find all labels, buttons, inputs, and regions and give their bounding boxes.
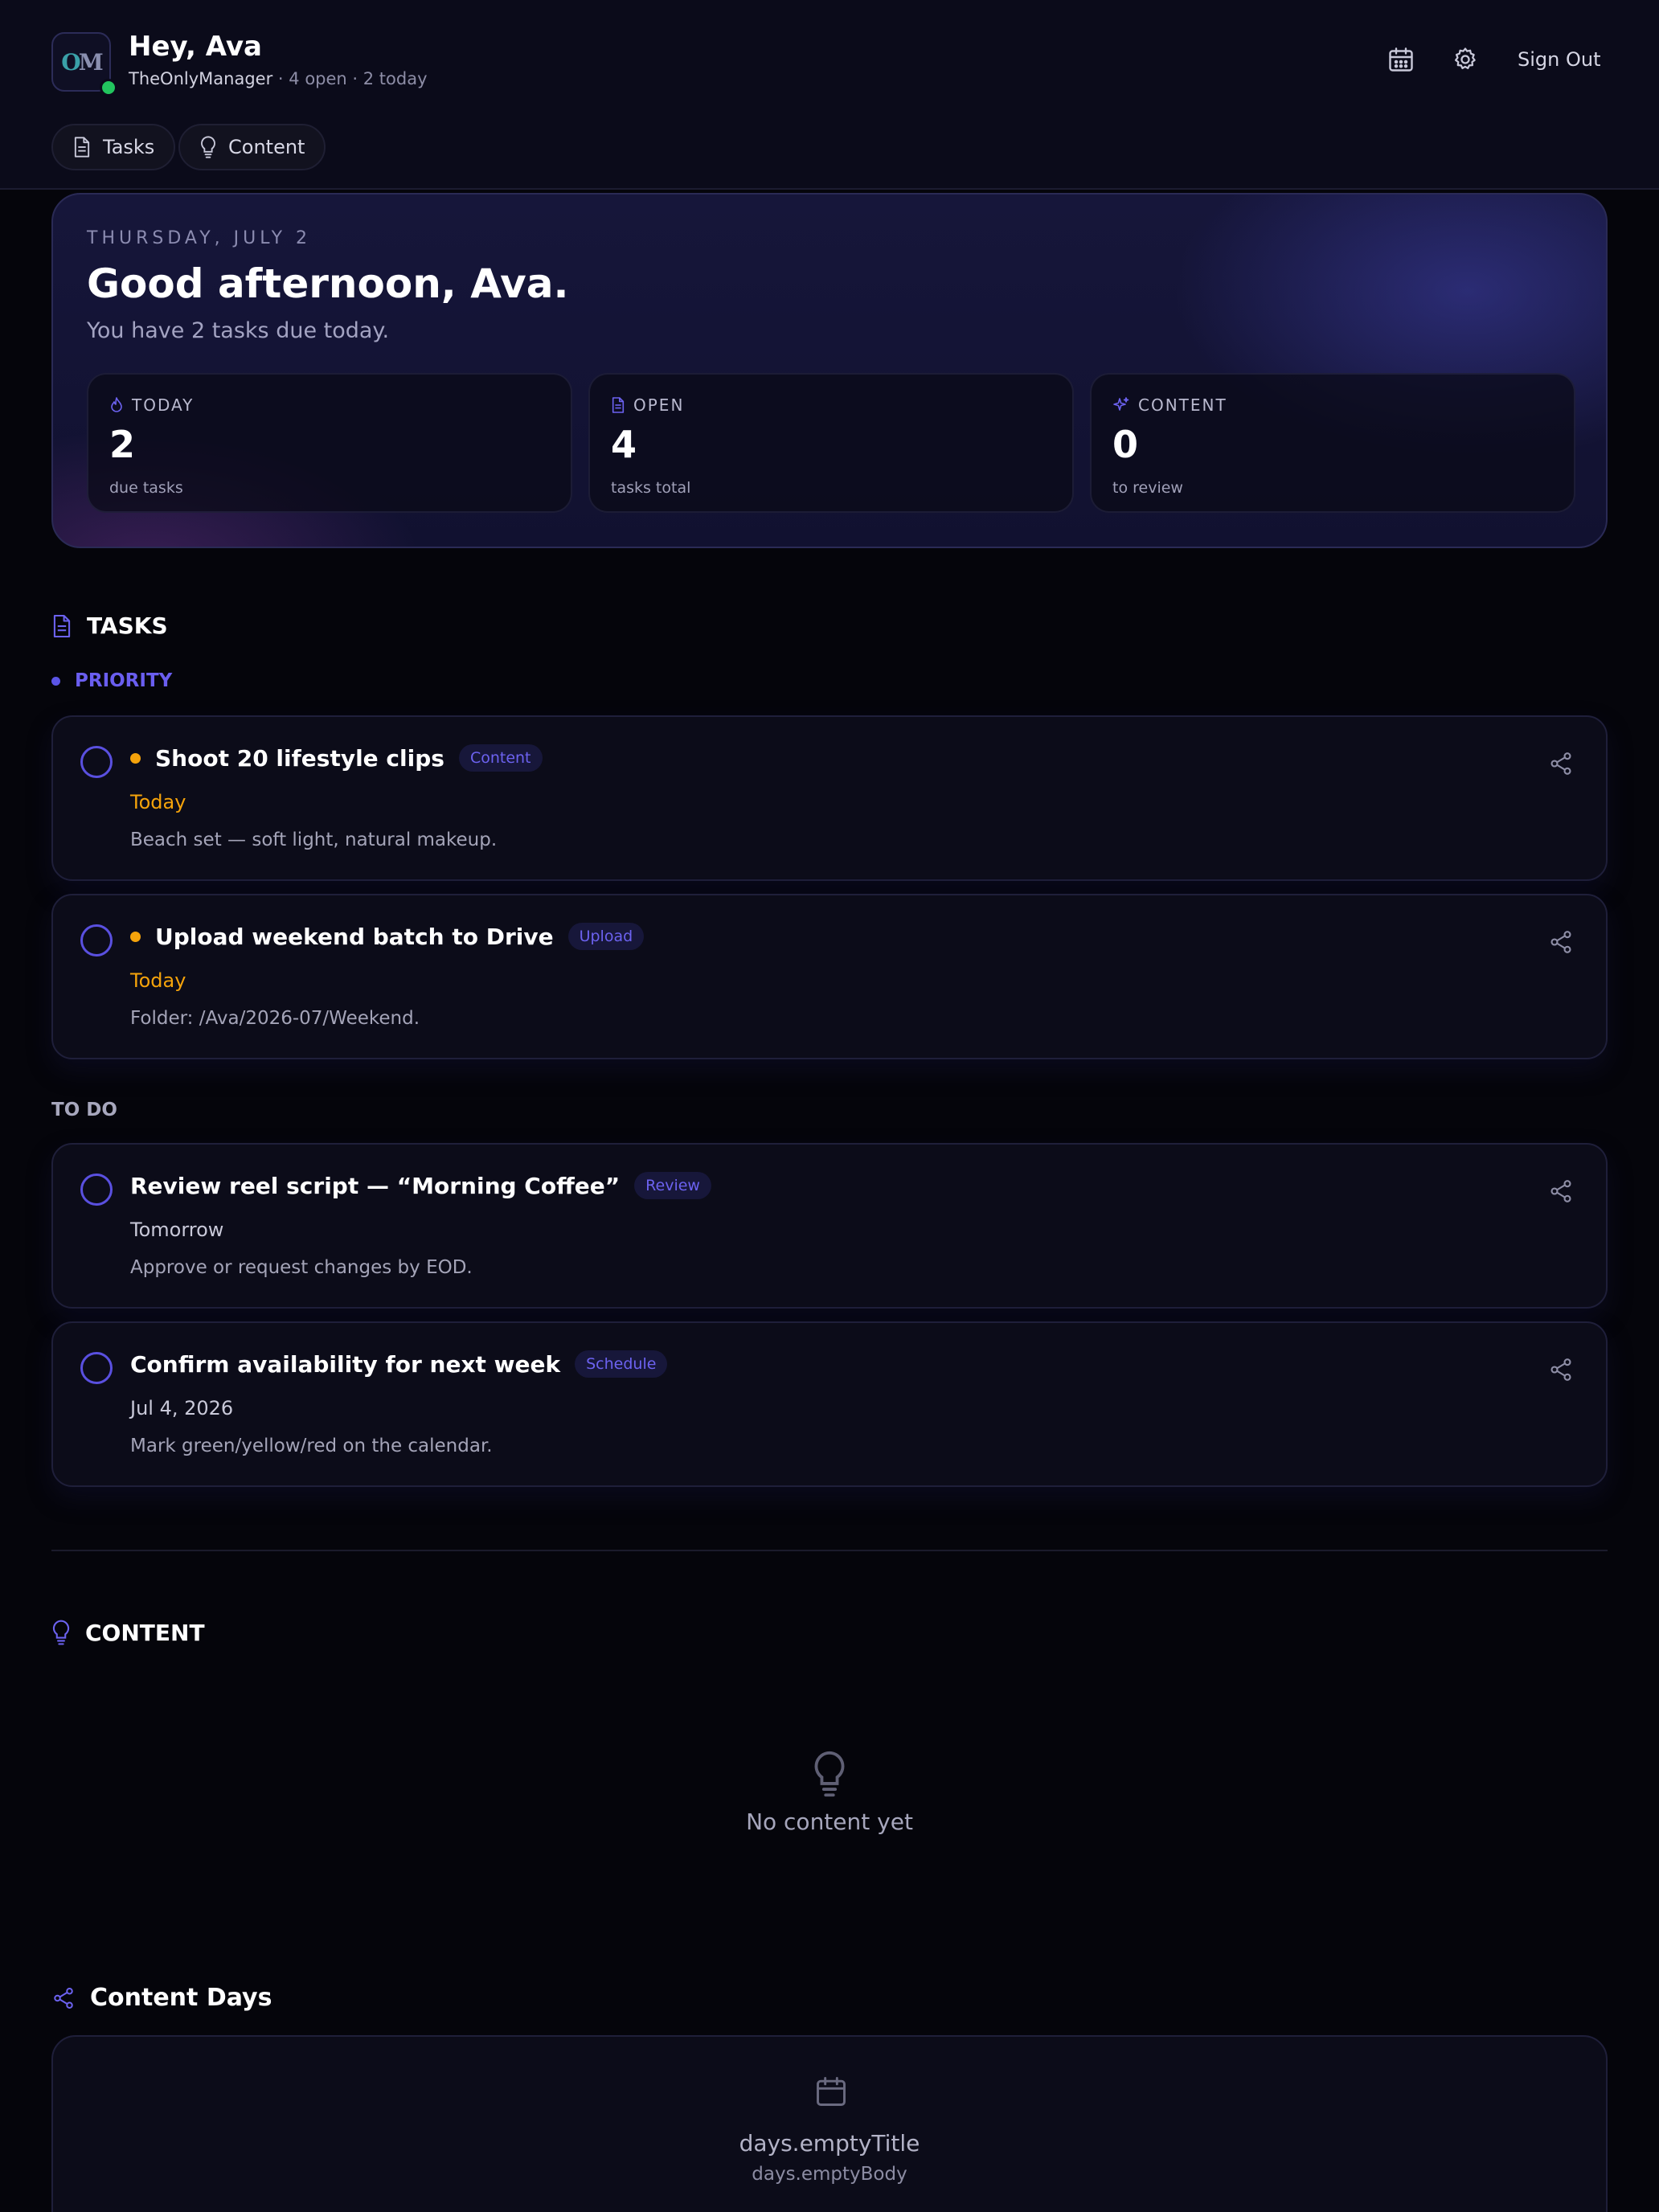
- task-note: Approve or request changes by EOD.: [130, 1257, 473, 1278]
- online-status-dot: [100, 79, 117, 96]
- flame-icon: [111, 397, 122, 412]
- task-card[interactable]: Shoot 20 lifestyle clips Content Today B…: [51, 715, 1608, 881]
- task-due: Today: [130, 791, 186, 813]
- priority-dot: [130, 931, 141, 942]
- task-note: Beach set — soft light, natural makeup.: [130, 830, 498, 850]
- task-title: Confirm availability for next week: [130, 1350, 561, 1378]
- separator: ·: [277, 69, 284, 88]
- content-section-heading: CONTENT: [51, 1619, 205, 1646]
- stat-card-today: TODAY 2 due tasks: [87, 373, 572, 513]
- stat-label: TODAY: [132, 395, 195, 415]
- stat-card-open: OPEN 4 tasks total: [588, 373, 1074, 513]
- task-complete-checkbox[interactable]: [80, 1352, 113, 1384]
- tab-label: Content: [228, 136, 305, 158]
- empty-state-title: No content yet: [746, 1809, 913, 1835]
- share-icon[interactable]: [1548, 1357, 1574, 1382]
- task-title: Review reel script — “Morning Coffee”: [130, 1172, 621, 1199]
- calendar-button[interactable]: [1385, 43, 1417, 76]
- agency-logo: OM: [51, 32, 117, 96]
- agency-name: TheOnlyManager: [129, 69, 273, 88]
- welcome-hero: THURSDAY, JULY 2 Good afternoon, Ava. Yo…: [51, 193, 1608, 548]
- document-icon: [612, 397, 625, 413]
- task-summary: 4 open · 2 today: [289, 69, 428, 88]
- task-due: Tomorrow: [130, 1219, 224, 1241]
- section-title: TASKS: [87, 612, 168, 639]
- section-divider: [51, 1550, 1608, 1551]
- priority-bullet: [51, 676, 60, 686]
- document-icon: [74, 137, 90, 158]
- share-icon[interactable]: [1548, 929, 1574, 955]
- content-empty-state: No content yet: [0, 1749, 1659, 1835]
- logo-text: OM: [61, 48, 103, 76]
- empty-state-title: days.emptyTitle: [739, 2130, 920, 2157]
- task-tag: Content: [458, 744, 543, 772]
- section-title: Content Days: [90, 1984, 272, 2012]
- task-complete-checkbox[interactable]: [80, 746, 113, 778]
- stat-card-content: CONTENT 0 to review: [1090, 373, 1575, 513]
- priority-dot: [130, 752, 141, 764]
- stat-caption: tasks total: [611, 479, 691, 497]
- greeting-title: Hey, Ava: [129, 31, 262, 63]
- task-title: Upload weekend batch to Drive: [155, 923, 554, 950]
- task-tag: Upload: [567, 923, 645, 950]
- task-due: Jul 4, 2026: [130, 1397, 234, 1419]
- task-complete-checkbox[interactable]: [80, 1174, 113, 1206]
- tab-content[interactable]: Content: [178, 124, 326, 170]
- share-icon[interactable]: [1548, 751, 1574, 776]
- stat-value: 4: [611, 423, 637, 466]
- tab-label: Tasks: [103, 136, 155, 158]
- content-days-empty-card: days.emptyTitle days.emptyBody: [51, 2035, 1608, 2212]
- task-tag: Review: [634, 1172, 711, 1199]
- content-days-heading: Content Days: [51, 1984, 272, 2012]
- task-card[interactable]: Confirm availability for next week Sched…: [51, 1321, 1608, 1487]
- task-due: Today: [130, 969, 186, 992]
- stat-value: 2: [109, 423, 136, 466]
- task-complete-checkbox[interactable]: [80, 924, 113, 956]
- tab-tasks[interactable]: Tasks: [51, 124, 176, 170]
- lightbulb-icon: [814, 1751, 845, 1797]
- task-card[interactable]: Upload weekend batch to Drive Upload Tod…: [51, 894, 1608, 1059]
- calendar-icon: [817, 2077, 846, 2106]
- task-tag: Schedule: [575, 1350, 668, 1378]
- hero-subtitle: You have 2 tasks due today.: [87, 318, 390, 343]
- lightbulb-icon: [201, 136, 215, 158]
- stat-caption: due tasks: [109, 479, 183, 497]
- greeting-subtitle: TheOnlyManager · 4 open · 2 today: [129, 69, 428, 88]
- stat-value: 0: [1112, 423, 1139, 466]
- stat-label: OPEN: [633, 395, 685, 415]
- document-icon: [53, 614, 71, 637]
- empty-state-body: days.emptyBody: [752, 2164, 907, 2185]
- task-note: Mark green/yellow/red on the calendar.: [130, 1436, 493, 1456]
- stat-label: CONTENT: [1138, 395, 1227, 415]
- settings-button[interactable]: [1449, 43, 1481, 76]
- group-label-text: PRIORITY: [75, 670, 173, 691]
- tasks-section-heading: TASKS: [51, 612, 168, 639]
- top-bar: OM Hey, Ava TheOnlyManager · 4 open · 2 …: [0, 0, 1659, 190]
- task-note: Folder: /Ava/2026-07/Weekend.: [130, 1008, 420, 1029]
- section-title: CONTENT: [85, 1619, 205, 1646]
- hero-title: Good afternoon, Ava.: [87, 260, 569, 307]
- todo-group-label: TO DO: [51, 1100, 117, 1120]
- calendar-icon: [1389, 47, 1413, 72]
- current-date: THURSDAY, JULY 2: [87, 228, 312, 248]
- sign-out-button[interactable]: Sign Out: [1518, 48, 1601, 71]
- share-icon[interactable]: [1548, 1178, 1574, 1204]
- lightbulb-icon: [52, 1620, 70, 1645]
- gear-icon: [1454, 47, 1476, 70]
- priority-group-label: PRIORITY: [51, 670, 172, 691]
- sparkle-icon: [1113, 397, 1129, 411]
- task-card[interactable]: Review reel script — “Morning Coffee” Re…: [51, 1143, 1608, 1309]
- share-icon: [54, 1987, 73, 2009]
- task-title: Shoot 20 lifestyle clips: [155, 744, 444, 772]
- stat-caption: to review: [1112, 479, 1183, 497]
